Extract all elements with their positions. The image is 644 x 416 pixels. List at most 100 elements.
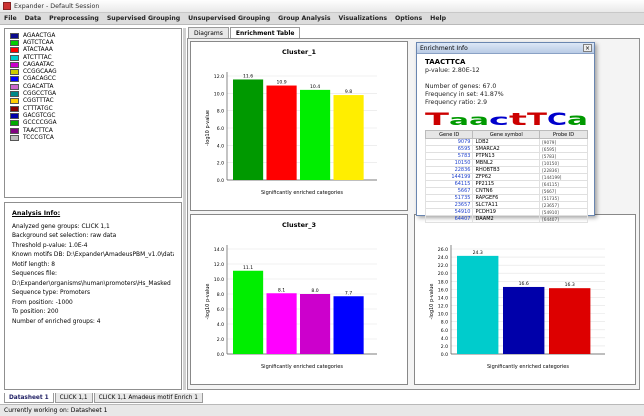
table-row[interactable]: 54910 PCDH19 [54910]	[424, 208, 588, 216]
motif-label: ATCTTTAC	[23, 54, 52, 61]
table-row[interactable]: 23657 SLC7A11 [23657]	[424, 201, 588, 209]
y-tick-label: 6.0	[217, 307, 224, 313]
bar[interactable]	[300, 294, 331, 354]
bar[interactable]	[549, 288, 591, 354]
table-row[interactable]: 5667 CNTN6 [5667]	[424, 187, 588, 195]
menu-help[interactable]: Help	[426, 15, 450, 22]
y-tick-label: 10.0	[214, 277, 224, 283]
motif-row[interactable]: CGGTTTAC	[5, 98, 181, 105]
table-row[interactable]: 64407 DAAM2 [64407]	[424, 215, 588, 223]
x-axis-label: Significantly enriched categories	[261, 364, 343, 370]
motif-row[interactable]: ATACTAAA	[5, 47, 181, 54]
y-tick-label: 2.0	[441, 344, 448, 350]
menu-preprocessing[interactable]: Preprocessing	[45, 15, 103, 22]
gene-symbol-cell: RHOBTB3	[472, 166, 541, 174]
menu-supervised-grouping[interactable]: Supervised Grouping	[103, 15, 184, 22]
motif-label: AGTCTCAA	[23, 39, 54, 46]
bar[interactable]	[457, 255, 499, 354]
bar[interactable]	[266, 85, 297, 180]
motif-swatch	[10, 32, 19, 39]
bar[interactable]	[233, 270, 264, 354]
tab-datasheet[interactable]: Datasheet 1	[4, 393, 54, 403]
tab-click[interactable]: CLICK 1,1	[54, 393, 93, 403]
y-axis-label: -log10 p-value	[429, 284, 435, 320]
analysis-line: From position: -1000	[12, 299, 73, 306]
motif-row[interactable]: CGACATTA	[5, 83, 181, 90]
column-header-probe-id[interactable]: Probe ID	[539, 130, 588, 139]
probe-id-cell: [64115]	[539, 180, 588, 188]
p-value: p-value: 2.80E-12	[425, 67, 480, 74]
bar[interactable]	[300, 89, 331, 180]
column-header-gene-symbol[interactable]: Gene symbol	[472, 130, 541, 139]
tab-click-amadeus[interactable]: CLICK 1,1 Amadeus motif Enrich 1	[93, 393, 203, 403]
motif-row[interactable]: GACGTCGC	[5, 112, 181, 119]
vertical-splitter[interactable]	[183, 28, 186, 390]
table-row[interactable]: 22836 RHOBTB3 [22836]	[424, 166, 588, 174]
table-row[interactable]: 144199 ZFP62 [144199]	[424, 173, 588, 181]
motif-swatch	[10, 105, 19, 112]
motif-row[interactable]: CTTTATGC	[5, 105, 181, 112]
menu-visualizations[interactable]: Visualizations	[335, 15, 392, 22]
menu-file[interactable]: File	[0, 15, 21, 22]
motif-swatch	[10, 47, 19, 54]
y-tick-label: 0.0	[441, 352, 448, 358]
gene-symbol-cell: PP2115	[472, 180, 541, 188]
table-row[interactable]: 6595 SMARCA2 [6595]	[424, 145, 588, 153]
analysis-line: Motif length: 8	[12, 261, 55, 268]
menu-options[interactable]: Options	[391, 15, 426, 22]
gene-symbol-cell: ZFP62	[472, 173, 541, 181]
bar[interactable]	[266, 293, 297, 354]
motif-row[interactable]: CCGGCAAG	[5, 68, 181, 76]
y-tick-label: 10.0	[438, 312, 448, 318]
motif-label: CCGGCAAG	[23, 69, 57, 76]
table-row[interactable]: 10150 MBNL2 [10150]	[424, 159, 588, 167]
menu-data[interactable]: Data	[21, 15, 45, 22]
chart-panel-cluster-4[interactable]: 0.0 2.0 4.0 6.0 8.0 10.0 12.0 14.0 16.0 18.0 20.0 2…	[414, 214, 636, 385]
svg-text:C: C	[547, 110, 567, 126]
motif-label: CGACATTA	[23, 83, 54, 90]
motif-row[interactable]: AGAACTGA	[5, 32, 181, 39]
y-tick-label: 12.0	[214, 74, 224, 80]
motif-swatch	[10, 39, 19, 46]
chart-panel-cluster-1[interactable]: Cluster_1 0.0 2.0 4.0 6.0 8.0 10.0 12.0 -log10 p…	[190, 41, 408, 211]
tab-enrichment-table[interactable]: Enrichment Table	[229, 27, 301, 38]
bar[interactable]	[233, 79, 264, 180]
motif-row[interactable]: CAGAATAC	[5, 61, 181, 68]
dialog-titlebar[interactable]: Enrichment Info ×	[417, 43, 594, 54]
y-tick-label: 4.0	[217, 322, 224, 328]
bar[interactable]	[333, 296, 364, 354]
y-tick-label: 24.0	[438, 255, 448, 261]
x-axis-label: Significantly enriched categories	[487, 364, 569, 370]
motif-swatch	[10, 83, 19, 90]
bar[interactable]	[333, 95, 364, 180]
analysis-line: Background set selection: raw data	[12, 233, 117, 239]
table-row[interactable]: 9079 LDB2 [9079]	[424, 138, 588, 146]
motif-swatch	[10, 76, 19, 83]
motif-row[interactable]: GCCCCGGA	[5, 120, 181, 127]
motif-row[interactable]: TAACTTCA	[5, 127, 181, 134]
enrichment-info-dialog[interactable]: Enrichment Info × TAACTTCA p-value: 2.80…	[416, 42, 595, 223]
svg-text:t: t	[509, 110, 527, 126]
menu-group-analysis[interactable]: Group Analysis	[274, 15, 334, 22]
menu-unsupervised-grouping[interactable]: Unsupervised Grouping	[184, 15, 274, 22]
table-row[interactable]: 5783 PTPN13 [5783]	[424, 152, 588, 160]
chart-panel-cluster-3[interactable]: Cluster_3 0.0 2.0 4.0 6.0 8.0 10.0 12.0 14.0 -log…	[190, 214, 408, 385]
bar-chart: Cluster_1 0.0 2.0 4.0 6.0 8.0 10.0 12.0 -log10 p…	[205, 48, 377, 196]
table-row[interactable]: 51735 RAPGEF6 [51735]	[424, 194, 588, 202]
motif-row[interactable]: CGACAGCC	[5, 76, 181, 83]
motif-row[interactable]: ATCTTTAC	[5, 54, 181, 61]
motif-row[interactable]: TCCCGTCA	[5, 134, 181, 141]
y-tick-label: 2.0	[217, 161, 224, 167]
probe-id-cell: [23657]	[539, 201, 588, 209]
motif-row[interactable]: CGGCCTGA	[5, 90, 181, 98]
close-icon[interactable]: ×	[583, 44, 592, 52]
motif-label: TAACTTCA	[23, 127, 53, 134]
column-header-gene-id[interactable]: Gene ID	[424, 130, 474, 139]
tab-diagrams[interactable]: Diagrams	[188, 27, 229, 38]
gene-id-cell: 23657	[424, 201, 474, 209]
table-row[interactable]: 64115 PP2115 [64115]	[424, 180, 588, 188]
bar[interactable]	[503, 286, 545, 354]
gene-id-cell: 5783	[424, 152, 474, 160]
motif-row[interactable]: AGTCTCAA	[5, 39, 181, 46]
bar-value-label: 16.3	[565, 282, 575, 288]
